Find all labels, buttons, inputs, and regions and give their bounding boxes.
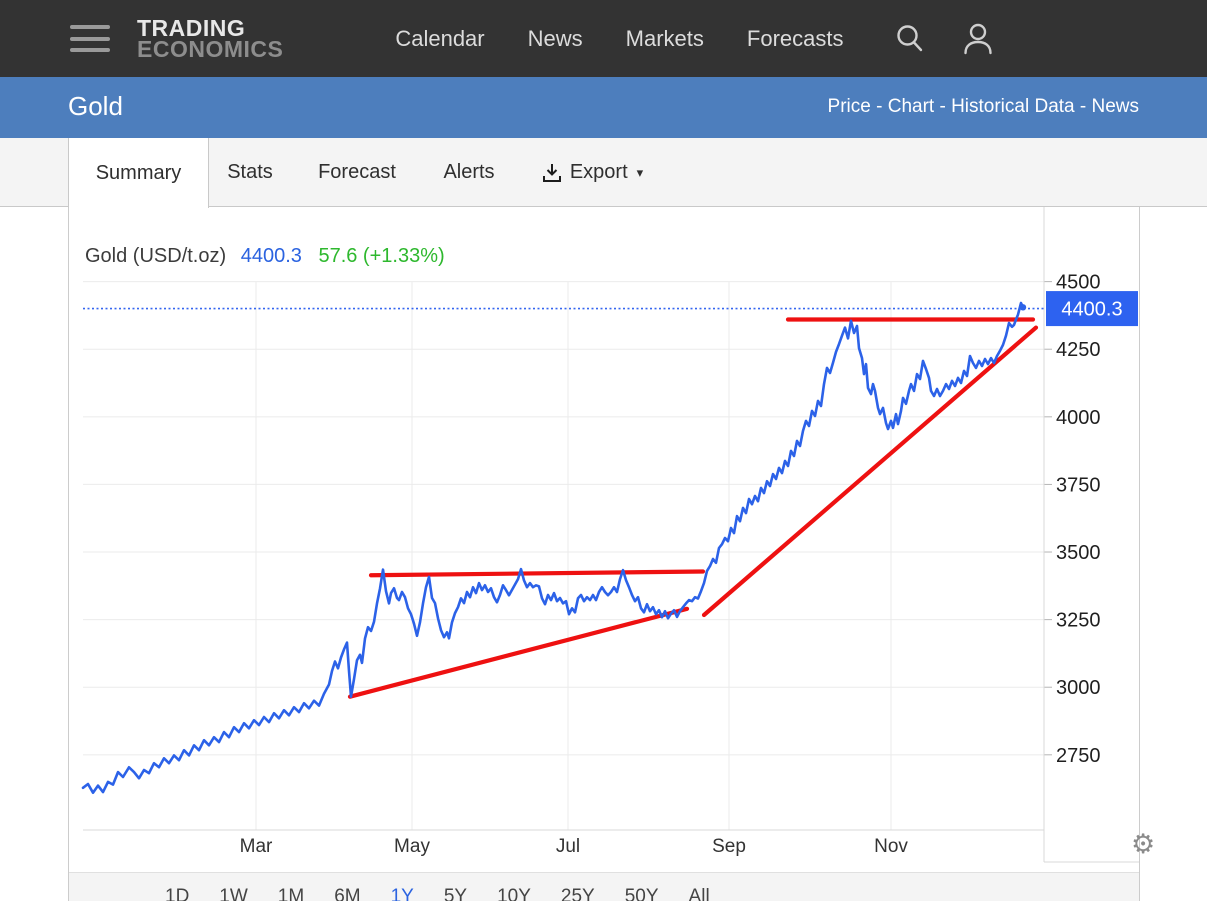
svg-text:3000: 3000 [1056, 677, 1101, 699]
chart-settings-gear-icon[interactable]: ⚙ [1131, 829, 1155, 860]
chart-title: Gold (USD/t.oz) 4400.3 57.6 (+1.33%) [85, 245, 445, 268]
svg-text:Sep: Sep [712, 836, 746, 857]
nav-icons [894, 22, 994, 56]
nav-link-markets[interactable]: Markets [626, 26, 704, 52]
range-option-50y[interactable]: 50Y [625, 886, 659, 901]
chart-area[interactable]: Gold (USD/t.oz) 4400.3 57.6 (+1.33%) 450… [69, 207, 1139, 863]
range-option-6m[interactable]: 6M [334, 886, 360, 901]
instrument-subheader: Gold Price - Chart - Historical Data - N… [0, 77, 1207, 138]
instrument-name: Gold (USD/t.oz) [85, 245, 226, 267]
range-option-all[interactable]: All [689, 886, 710, 901]
download-icon [541, 162, 563, 184]
nav-links: Calendar News Markets Forecasts [395, 26, 843, 52]
last-price: 4400.3 [241, 245, 302, 267]
user-icon[interactable] [962, 22, 994, 56]
page-title: Gold [68, 91, 123, 122]
svg-text:4400.3: 4400.3 [1061, 299, 1122, 321]
svg-text:May: May [394, 836, 430, 857]
svg-text:Jul: Jul [556, 836, 580, 857]
range-option-5y[interactable]: 5Y [444, 886, 467, 901]
range-option-1m[interactable]: 1M [278, 886, 304, 901]
trading-economics-logo[interactable]: TRADING ECONOMICS [137, 18, 283, 60]
svg-text:4500: 4500 [1056, 272, 1101, 294]
search-icon[interactable] [894, 23, 926, 55]
nav-link-news[interactable]: News [528, 26, 583, 52]
export-label: Export [570, 161, 628, 184]
range-option-10y[interactable]: 10Y [497, 886, 531, 901]
tab-stats[interactable]: Stats [207, 138, 293, 207]
chevron-down-icon: ▾ [637, 165, 644, 181]
range-options: 1D 1W 1M 6M 1Y 5Y 10Y 25Y 50Y All [165, 886, 710, 901]
svg-text:4000: 4000 [1056, 407, 1101, 429]
svg-text:Mar: Mar [240, 836, 273, 857]
svg-text:3750: 3750 [1056, 474, 1101, 496]
svg-text:4250: 4250 [1056, 339, 1101, 361]
svg-text:3500: 3500 [1056, 542, 1101, 564]
tab-forecast[interactable]: Forecast [293, 138, 421, 207]
nav-link-calendar[interactable]: Calendar [395, 26, 484, 52]
tab-strip: Summary Stats Forecast Alerts Export ▾ [0, 138, 1207, 207]
range-option-25y[interactable]: 25Y [561, 886, 595, 901]
tab-summary[interactable]: Summary [68, 138, 209, 208]
subheader-links[interactable]: Price - Chart - Historical Data - News [828, 96, 1139, 118]
export-button[interactable]: Export ▾ [517, 138, 667, 207]
page: TRADING ECONOMICS Calendar News Markets … [0, 0, 1207, 901]
nav-link-forecasts[interactable]: Forecasts [747, 26, 844, 52]
range-selector-bar: 1D 1W 1M 6M 1Y 5Y 10Y 25Y 50Y All [69, 872, 1139, 901]
svg-text:Nov: Nov [874, 836, 908, 857]
tab-alerts[interactable]: Alerts [421, 138, 517, 207]
price-chart-svg[interactable]: 4500 4250 4000 3750 3500 3250 3000 2750 Mar May Ju… [69, 207, 1139, 863]
chart-card: Gold (USD/t.oz) 4400.3 57.6 (+1.33%) 450… [68, 207, 1140, 901]
svg-text:3250: 3250 [1056, 610, 1101, 632]
top-navbar: TRADING ECONOMICS Calendar News Markets … [0, 0, 1207, 77]
price-change: 57.6 (+1.33%) [318, 245, 444, 267]
range-option-1d[interactable]: 1D [165, 886, 189, 901]
hamburger-menu-icon[interactable] [70, 25, 110, 52]
range-option-1w[interactable]: 1W [219, 886, 248, 901]
range-option-1y[interactable]: 1Y [391, 886, 414, 901]
svg-text:2750: 2750 [1056, 745, 1101, 767]
logo-line-2: ECONOMICS [137, 39, 283, 60]
